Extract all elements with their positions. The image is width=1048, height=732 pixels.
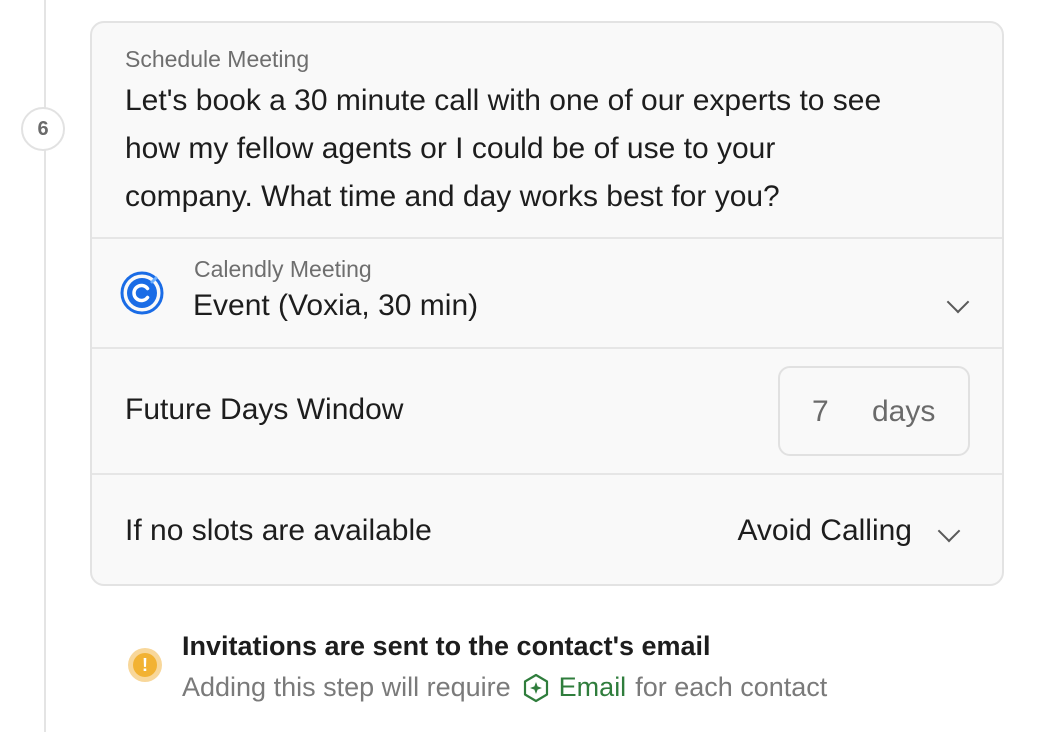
chevron-down-icon[interactable] — [946, 290, 970, 314]
future-days-window-row: Future Days Window 7 days — [92, 347, 1002, 473]
chevron-down-icon[interactable] — [937, 519, 961, 543]
calendly-logo-icon — [120, 271, 164, 315]
sequence-step: 6 Schedule Meeting Let's book a 30 minut… — [0, 0, 1048, 732]
message-text-line: Let's book a 30 minute call with one of … — [125, 84, 882, 117]
warning-icon: ! — [128, 648, 162, 682]
no-slots-row[interactable]: If no slots are available Avoid Calling — [92, 473, 1002, 584]
message-label: Schedule Meeting — [125, 46, 310, 72]
step-number-badge: 6 — [21, 107, 65, 151]
message-text[interactable]: Let's book a 30 minute call with one of … — [125, 77, 970, 221]
schedule-meeting-card: Schedule Meeting Let's book a 30 minute … — [90, 21, 1004, 586]
calendly-event-value: Event (Voxia, 30 min) — [193, 289, 479, 322]
notice-email-link[interactable]: Email — [559, 672, 627, 703]
calendly-label: Calendly Meeting — [194, 256, 372, 282]
no-slots-label: If no slots are available — [125, 514, 432, 547]
future-days-value[interactable]: 7 — [812, 395, 829, 429]
future-days-window-label: Future Days Window — [125, 393, 404, 426]
message-text-line: how my fellow agents or I could be of us… — [125, 132, 776, 165]
notice-sub-suffix: for each contact — [635, 672, 828, 702]
notice-subtext: Adding this step will require Email for … — [182, 672, 827, 703]
email-field-icon — [523, 673, 548, 702]
future-days-input[interactable]: 7 days — [778, 366, 970, 456]
notice-title: Invitations are sent to the contact's em… — [182, 631, 711, 661]
future-days-unit: days — [872, 395, 936, 428]
calendly-meeting-select[interactable]: Calendly Meeting Event (Voxia, 30 min) — [92, 237, 1002, 347]
message-text-line: company. What time and day works best fo… — [125, 180, 780, 213]
notice-sub-prefix: Adding this step will require — [182, 672, 511, 702]
email-requirement-notice: ! Invitations are sent to the contact's … — [128, 628, 1008, 720]
no-slots-select-value[interactable]: Avoid Calling — [737, 514, 912, 548]
message-section[interactable]: Schedule Meeting Let's book a 30 minute … — [92, 23, 1002, 237]
